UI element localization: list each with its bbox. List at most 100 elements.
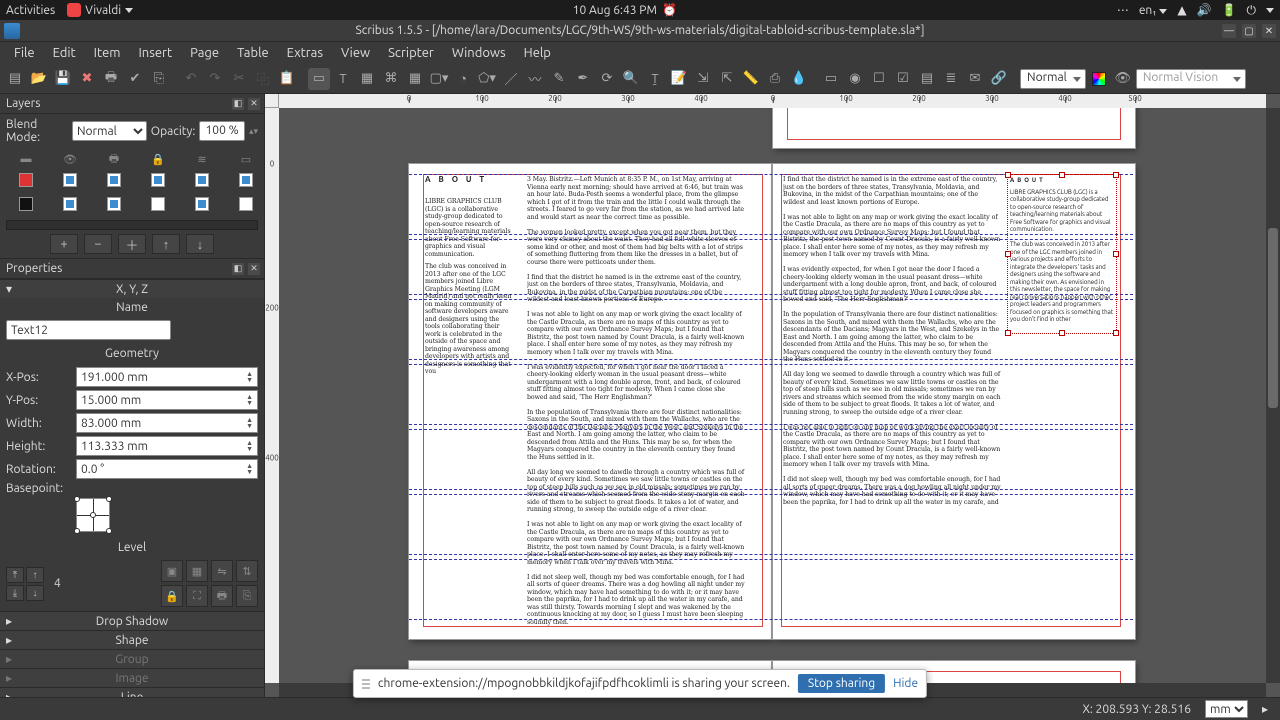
properties-close-button[interactable]: ✕ — [248, 263, 260, 275]
layer-row1-flow[interactable] — [195, 173, 209, 187]
layer-row1-color[interactable] — [19, 173, 33, 187]
layer-row2-lock[interactable] — [151, 197, 165, 211]
menu-table[interactable]: Table — [229, 44, 277, 62]
open-icon[interactable]: 📂 — [28, 68, 50, 90]
menu-file[interactable]: File — [6, 44, 43, 62]
width-input[interactable]: 83.000 mm▲▼ — [76, 413, 258, 433]
story-editor-icon[interactable]: 📝 — [668, 68, 690, 90]
link-icon[interactable]: ⇲ — [692, 68, 714, 90]
layers-panel-header[interactable]: Layers ◧✕ — [0, 94, 264, 114]
height-input[interactable]: 113.333 mm▲▼ — [76, 436, 258, 456]
pdf-check-icon[interactable]: ☑ — [892, 68, 914, 90]
render-icon[interactable]: ⌘ — [380, 68, 402, 90]
pdf-annot-icon[interactable]: ✉ — [964, 68, 986, 90]
preview-icon[interactable]: 👁 — [1112, 68, 1134, 90]
edit-text-icon[interactable]: Ṯ — [644, 68, 666, 90]
line-icon[interactable]: ／ — [500, 68, 522, 90]
layer-down-button[interactable]: ↓ — [186, 234, 214, 254]
level-up-button[interactable]: ↑ — [26, 567, 44, 583]
paste-icon[interactable]: 📋 — [276, 68, 298, 90]
layers-close-button[interactable]: ✕ — [248, 98, 260, 110]
minimize-button[interactable]: — — [1222, 24, 1236, 38]
imageframe-icon[interactable]: ▦ — [356, 68, 378, 90]
lock-button[interactable]: 🔒 — [161, 585, 183, 607]
opacity-input[interactable]: 100 % — [199, 121, 245, 141]
copyprops-icon[interactable]: ⎙ — [764, 68, 786, 90]
bezier-icon[interactable]: 〰 — [524, 68, 546, 90]
stop-sharing-button[interactable]: Stop sharing — [798, 674, 885, 693]
textframe-col2[interactable]: 3 May. Bistritz.—Left Munich at 8:35 P. … — [527, 176, 745, 626]
menu-windows[interactable]: Windows — [444, 44, 514, 62]
cms-icon[interactable] — [1088, 68, 1110, 90]
group-button[interactable]: ▣ — [161, 560, 183, 582]
layers-hscroll[interactable] — [6, 220, 258, 230]
unit-select[interactable]: mm — [1205, 700, 1248, 718]
undo-icon[interactable]: ↶ — [180, 68, 202, 90]
preview-mode-combo[interactable]: Normal — [1020, 69, 1086, 89]
level-bottom-button[interactable]: ⤓ — [6, 585, 24, 601]
selected-textframe[interactable]: ABOUT LIBRE GRAPHICS CLUB (LGC) is a col… — [1007, 174, 1117, 334]
section-shape[interactable]: ▸Shape — [0, 631, 264, 649]
locksize-button[interactable]: ⛶ — [186, 585, 208, 607]
layer-row1-print[interactable] — [107, 173, 121, 187]
canvas-vscroll[interactable] — [1266, 108, 1280, 683]
pdf-list-icon[interactable]: ≣ — [940, 68, 962, 90]
flipv-button[interactable]: ⇅ — [236, 560, 258, 582]
status-more-icon[interactable]: ▸ — [1256, 702, 1274, 716]
blend-mode-select[interactable]: Normal — [72, 121, 147, 141]
menu-scripter[interactable]: Scripter — [380, 44, 442, 62]
menu-insert[interactable]: Insert — [130, 44, 180, 62]
name-input[interactable] — [6, 320, 171, 340]
tray-icon[interactable]: ⋯ — [1117, 3, 1129, 17]
vision-mode-combo[interactable]: Normal Vision — [1136, 69, 1246, 89]
clock[interactable]: 10 Aug 6:43 PM ⏰ — [133, 3, 1117, 17]
ruler-horizontal[interactable]: 0 100 200 300 400 0 100 200 300 400 500 — [279, 94, 1266, 108]
window-title-bar[interactable]: Scribus 1.5.5 - [/home/lara/Documents/LG… — [0, 20, 1280, 42]
pdf-text-icon[interactable]: ☐ — [868, 68, 890, 90]
textframe-about-p2[interactable]: The club was conceived in 2013 after one… — [425, 263, 515, 373]
ruler-vertical[interactable]: 0 200 400 — [265, 108, 279, 683]
canvas[interactable]: 0 100 200 300 400 0 100 200 300 400 500 … — [265, 94, 1280, 697]
menu-extras[interactable]: Extras — [279, 44, 331, 62]
layer-up-button[interactable]: ↑ — [152, 234, 180, 254]
level-top-button[interactable]: ⤒ — [6, 567, 24, 583]
volume-icon[interactable]: 🔊 — [1197, 3, 1212, 17]
table-icon[interactable]: ▦ — [404, 68, 426, 90]
textframe-about-p1[interactable]: LIBRE GRAPHICS CLUB (LGC) is a collabora… — [425, 198, 515, 258]
layer-row2-flow[interactable] — [195, 197, 209, 211]
pdf-icon[interactable]: ⎘ — [148, 68, 170, 90]
layer-row2-visible[interactable] — [63, 197, 77, 211]
menu-item[interactable]: Item — [86, 44, 129, 62]
copy-icon[interactable]: ⿻ — [252, 68, 274, 90]
layer-row1-visible[interactable] — [63, 173, 77, 187]
maximize-button[interactable]: ▢ — [1242, 24, 1256, 38]
textframe-col3[interactable]: I find that the district he named is in … — [783, 176, 1001, 506]
system-menu-chevron-icon[interactable] — [1266, 8, 1274, 13]
pdf-combo-icon[interactable]: ▤ — [916, 68, 938, 90]
print-icon[interactable]: 🖶 — [100, 68, 122, 90]
arc-icon[interactable]: ◔ — [452, 68, 474, 90]
ypos-input[interactable]: 15.000 mm▲▼ — [76, 390, 258, 410]
pdf-button-icon[interactable]: ▭ — [820, 68, 842, 90]
layer-row2-color[interactable] — [19, 197, 33, 211]
layer-add-button[interactable]: + — [50, 234, 78, 254]
preflight-icon[interactable]: ✔ — [124, 68, 146, 90]
properties-panel-header[interactable]: Properties ◧✕ — [0, 259, 264, 279]
hide-sharing-button[interactable]: Hide — [893, 677, 918, 690]
cut-icon[interactable]: ✂ — [228, 68, 250, 90]
textframe-icon[interactable]: T — [332, 68, 354, 90]
pdf-link-icon[interactable]: 🔗 — [988, 68, 1010, 90]
battery-icon[interactable]: 🔋 — [1222, 3, 1237, 17]
activities-button[interactable]: Activities — [6, 4, 55, 17]
polygon-icon[interactable]: ⬠▾ — [476, 68, 498, 90]
layer-row2-print[interactable] — [107, 197, 121, 211]
properties-shade-button[interactable]: ◧ — [232, 263, 244, 275]
section-dropshadow[interactable]: ▸Drop Shadow — [0, 612, 264, 630]
freehand-icon[interactable]: ✎ — [548, 68, 570, 90]
layer-dup-button[interactable]: ＋ — [118, 234, 146, 254]
textframe-about-heading[interactable]: A B O U T — [425, 176, 515, 184]
section-xyz[interactable]: ▾X, Y, Z — [0, 280, 264, 298]
basepoint-widget[interactable] — [76, 498, 110, 532]
close-button[interactable]: ✕ — [1262, 24, 1276, 38]
menu-edit[interactable]: Edit — [45, 44, 84, 62]
